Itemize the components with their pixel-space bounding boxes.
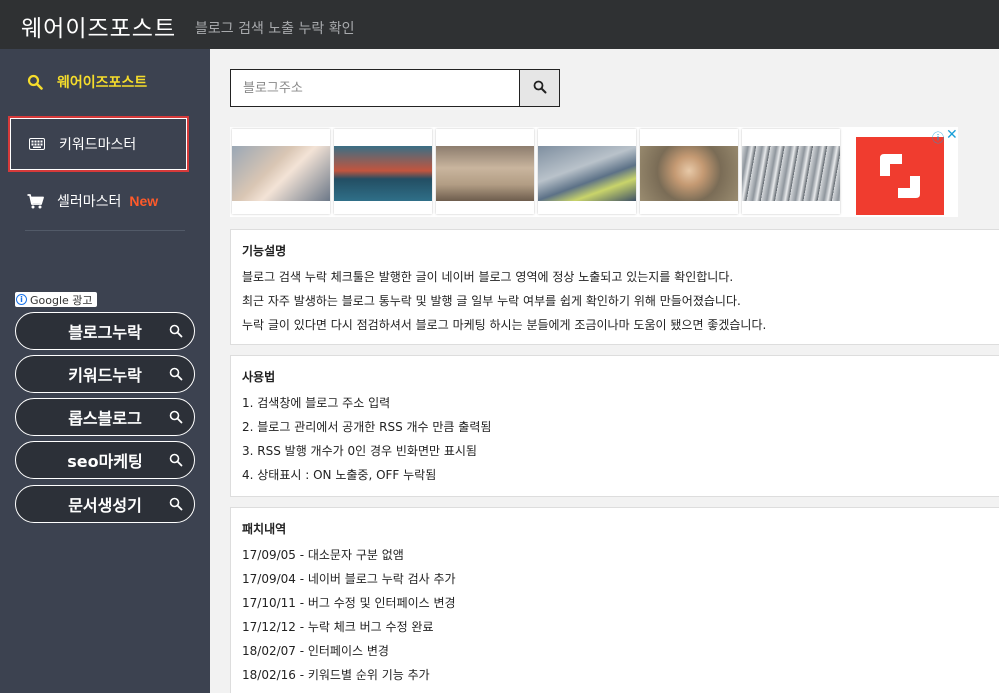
top-header: 웨어이즈포스트 블로그 검색 노출 누락 확인 [0,0,999,49]
sidebar-item-sellermaster[interactable]: 셀러마스터 New [8,173,189,229]
search-icon [169,452,183,471]
ad-thumbnail[interactable] [232,129,330,214]
section-title: 패치내역 [242,522,287,536]
ad-image-cargo-ship [334,146,432,201]
blog-search-bar [230,69,560,107]
brand-title[interactable]: 웨어이즈포스트 [21,9,176,43]
header-subtitle: 블로그 검색 노출 누락 확인 [195,21,355,37]
section-line: 최근 자주 발생하는 블로그 통누락 및 발행 글 일부 누락 여부를 쉽게 확… [242,294,741,308]
ad-label-text: Google 광고 [30,293,93,307]
search-icon [25,74,45,90]
google-ad-label[interactable]: i Google 광고 [15,292,97,307]
ad-thumbnail[interactable] [640,129,738,214]
cart-icon [25,193,45,209]
section-line: 4. 상태표시 : ON 노출중, OFF 누락됨 [242,468,437,482]
ad-thumbnail[interactable] [538,129,636,214]
ad-link-document-generator[interactable]: 문서생성기 [15,485,195,523]
section-line: 17/10/11 - 버그 수정 및 인터페이스 변경 [242,596,456,610]
ad-brand-logo[interactable]: ⓘ ✕ [856,127,958,217]
section-line: 17/12/12 - 누락 체크 버그 수정 완료 [242,620,434,634]
sidebar-divider [25,230,185,231]
main-content: ⓘ ✕ 기능설명 블로그 검색 누락 체크툴은 발행한 글이 네이버 블로그 영… [210,49,999,693]
ad-link-lohbs-blog[interactable]: 롭스블로그 [15,398,195,436]
sidebar-item-label: 키워드마스터 [59,137,137,153]
ad-link-blog-missing[interactable]: 블로그누락 [15,312,195,350]
section-line: 2. 블로그 관리에서 공개한 RSS 개수 만큼 출력됨 [242,420,492,434]
adchoices-info-icon[interactable]: ⓘ [932,129,944,146]
section-title: 사용법 [242,370,276,384]
sidebar-item-label: 웨어이즈포스트 [57,75,148,91]
section-line: 18/02/07 - 인터페이스 변경 [242,644,389,658]
ad-image-woman-city [232,146,330,201]
section-line: 17/09/04 - 네이버 블로그 누락 검사 추가 [242,572,456,586]
section-line: 누락 글이 있다면 다시 점검하셔서 블로그 마케팅 하시는 분들에게 조금이나… [242,318,767,332]
pill-label: 블로그누락 [68,323,142,342]
patch-notes-section: 패치내역 17/09/05 - 대소문자 구분 없앰 17/09/04 - 네이… [230,507,999,693]
ad-thumbnail[interactable] [742,129,840,214]
sidebar-item-whereispost[interactable]: 웨어이즈포스트 [8,54,189,110]
pill-label: 롭스블로그 [68,409,142,428]
ad-image-metal-rolls [742,146,840,201]
ad-thumbnail[interactable] [334,129,432,214]
search-icon [533,79,547,98]
sidebar-item-label: 셀러마스터 [57,194,122,210]
section-line: 1. 검색창에 블로그 주소 입력 [242,396,391,410]
search-icon [169,409,183,428]
pill-label: 문서생성기 [68,496,142,515]
usage-section: 사용법 1. 검색창에 블로그 주소 입력 2. 블로그 관리에서 공개한 RS… [230,355,999,497]
sidebar-item-keywordmaster[interactable]: 키워드마스터 [8,116,189,172]
ad-image-warehouse-workers [538,146,636,201]
keyboard-icon [27,138,47,150]
section-line: 블로그 검색 누락 체크툴은 발행한 글이 네이버 블로그 영역에 정상 노출되… [242,270,734,284]
ad-link-seo-marketing[interactable]: seo마케팅 [15,441,195,479]
search-icon [169,366,183,385]
search-icon [169,323,183,342]
section-line: 18/02/16 - 키워드별 순위 기능 추가 [242,668,430,682]
ad-thumbnail[interactable] [436,129,534,214]
search-button[interactable] [519,69,560,107]
new-badge: New [129,193,159,209]
section-line: 3. RSS 발행 개수가 0인 경우 빈화면만 표시됨 [242,444,477,458]
info-icon: i [16,294,27,305]
ad-image-surprised-child [640,146,738,201]
section-title: 기능설명 [242,244,287,258]
banner-ad[interactable]: ⓘ ✕ [230,127,958,217]
features-section: 기능설명 블로그 검색 누락 체크툴은 발행한 글이 네이버 블로그 영역에 정… [230,229,999,345]
close-icon[interactable]: ✕ [946,127,958,143]
section-line: 17/09/05 - 대소문자 구분 없앰 [242,548,404,562]
shutterstock-logo-icon [856,137,944,215]
ad-link-keyword-missing[interactable]: 키워드누락 [15,355,195,393]
pill-label: seo마케팅 [67,452,143,471]
search-icon [169,496,183,515]
ad-image-empty-room [436,146,534,201]
blog-address-input[interactable] [230,69,520,107]
pill-label: 키워드누락 [68,366,142,385]
sidebar: 웨어이즈포스트 키워드마스터 셀러마스터 New i Google 광고 블로그… [0,49,210,693]
